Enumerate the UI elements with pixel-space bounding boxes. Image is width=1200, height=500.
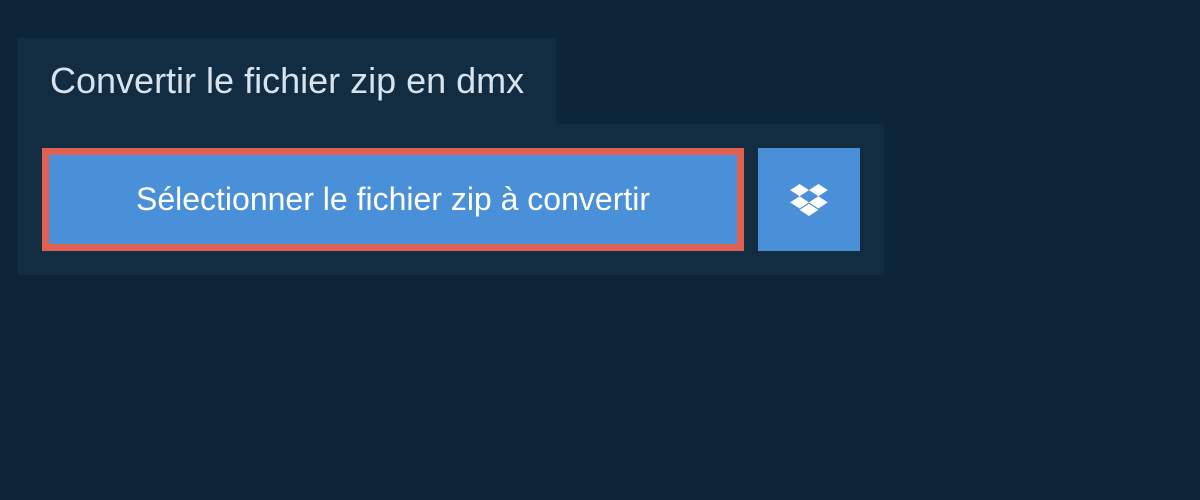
select-file-label: Sélectionner le fichier zip à convertir	[136, 181, 650, 218]
dropbox-button[interactable]	[758, 148, 860, 251]
dropbox-icon	[790, 184, 828, 216]
title-bar: Convertir le fichier zip en dmx	[18, 38, 556, 124]
page-title: Convertir le fichier zip en dmx	[50, 60, 524, 102]
upload-panel: Sélectionner le fichier zip à convertir	[18, 124, 884, 275]
select-file-button[interactable]: Sélectionner le fichier zip à convertir	[42, 148, 744, 251]
